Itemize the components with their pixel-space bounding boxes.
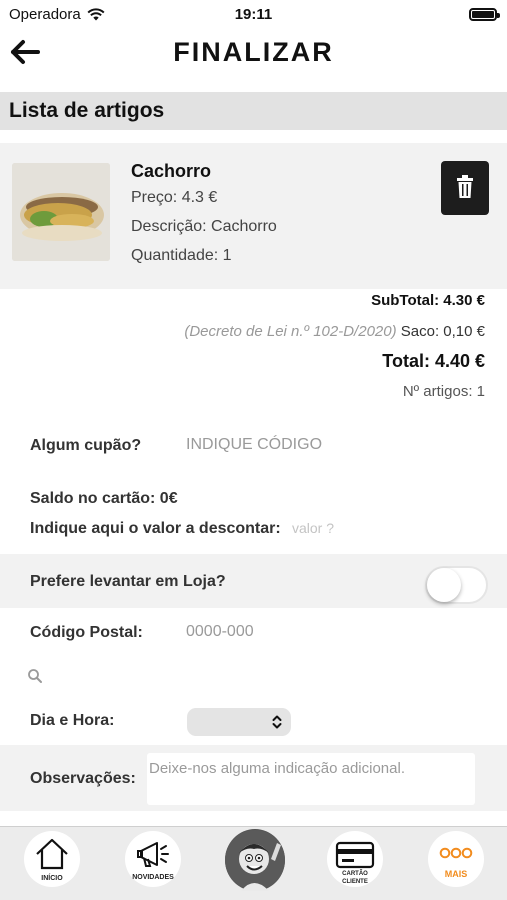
tab-client-card[interactable]: CARTÃO CLIENTE [327,831,383,887]
cart-item: Cachorro Preço: 4.3 € Descrição: Cachorr… [0,143,507,289]
more-icon [439,847,473,859]
battery-icon [469,8,500,21]
trash-icon [457,175,473,198]
tab-more[interactable]: MAIS [428,831,484,887]
pickup-label: Prefere levantar em Loja? [30,573,226,590]
item-name: Cachorro [131,161,212,181]
notes-input[interactable]: Deixe-nos alguma indicação adicional. [147,753,475,805]
tab-home-label: INÍCIO [41,875,63,882]
discount-label: Indique aqui o valor a descontar: [30,520,281,537]
pickup-toggle[interactable] [425,566,488,604]
section-title: Lista de artigos [9,99,165,122]
search-icon [28,669,42,683]
mascot-icon [225,830,285,891]
items-count: Nº artigos: 1 [402,383,485,400]
top-header: FINALIZAR [0,28,507,80]
card-balance: Saldo no cartão: 0€ [30,490,178,507]
search-button[interactable] [27,668,43,689]
card-icon [335,841,375,869]
status-bar: Operadora 19:11 [0,0,507,28]
subtotal: SubTotal: 4.30 € [371,292,485,309]
item-quantity: Quantidade: 1 [131,247,232,264]
page-title: FINALIZAR [173,37,334,67]
datetime-label: Dia e Hora: [30,712,115,729]
home-icon [36,838,68,870]
product-image [12,163,110,261]
section-header: Lista de artigos [0,92,507,130]
decree-note: (Decreto de Lei n.º 102-D/2020) [184,323,397,340]
bag-fee-value: Saco: 0,10 € [400,323,485,340]
tab-news-label: NOVIDADES [132,874,174,881]
tab-more-label: MAIS [444,869,468,879]
tab-client-card-label-2: CLIENTE [342,879,368,885]
item-price: Preço: 4.3 € [131,189,218,206]
megaphone-icon [137,842,169,867]
item-description: Descrição: Cachorro [131,218,277,235]
tab-home[interactable]: INÍCIO [24,831,80,887]
tab-mascot[interactable] [225,829,285,891]
bottom-tab-bar: INÍCIO NOVIDADES CARTÃO CLIENTE MAIS [0,826,507,900]
coupon-input[interactable]: INDIQUE CÓDIGO [186,436,322,454]
notes-label: Observações: [30,770,136,787]
tab-client-card-label-1: CARTÃO [342,871,368,877]
toggle-knob [427,568,461,602]
postal-code-input[interactable]: 0000-000 [186,623,254,641]
status-time: 19:11 [234,6,273,23]
postal-code-label: Código Postal: [30,624,143,641]
chevron-up-down-icon [272,715,282,729]
coupon-label: Algum cupão? [30,437,142,454]
datetime-select[interactable] [187,708,291,736]
total: Total: 4.40 € [382,351,485,371]
bag-fee: (Decreto de Lei n.º 102-D/2020) Saco: 0,… [184,323,485,340]
tab-news[interactable]: NOVIDADES [125,831,181,887]
discount-input[interactable]: valor ? [292,520,334,536]
delete-item-button[interactable] [441,161,489,215]
